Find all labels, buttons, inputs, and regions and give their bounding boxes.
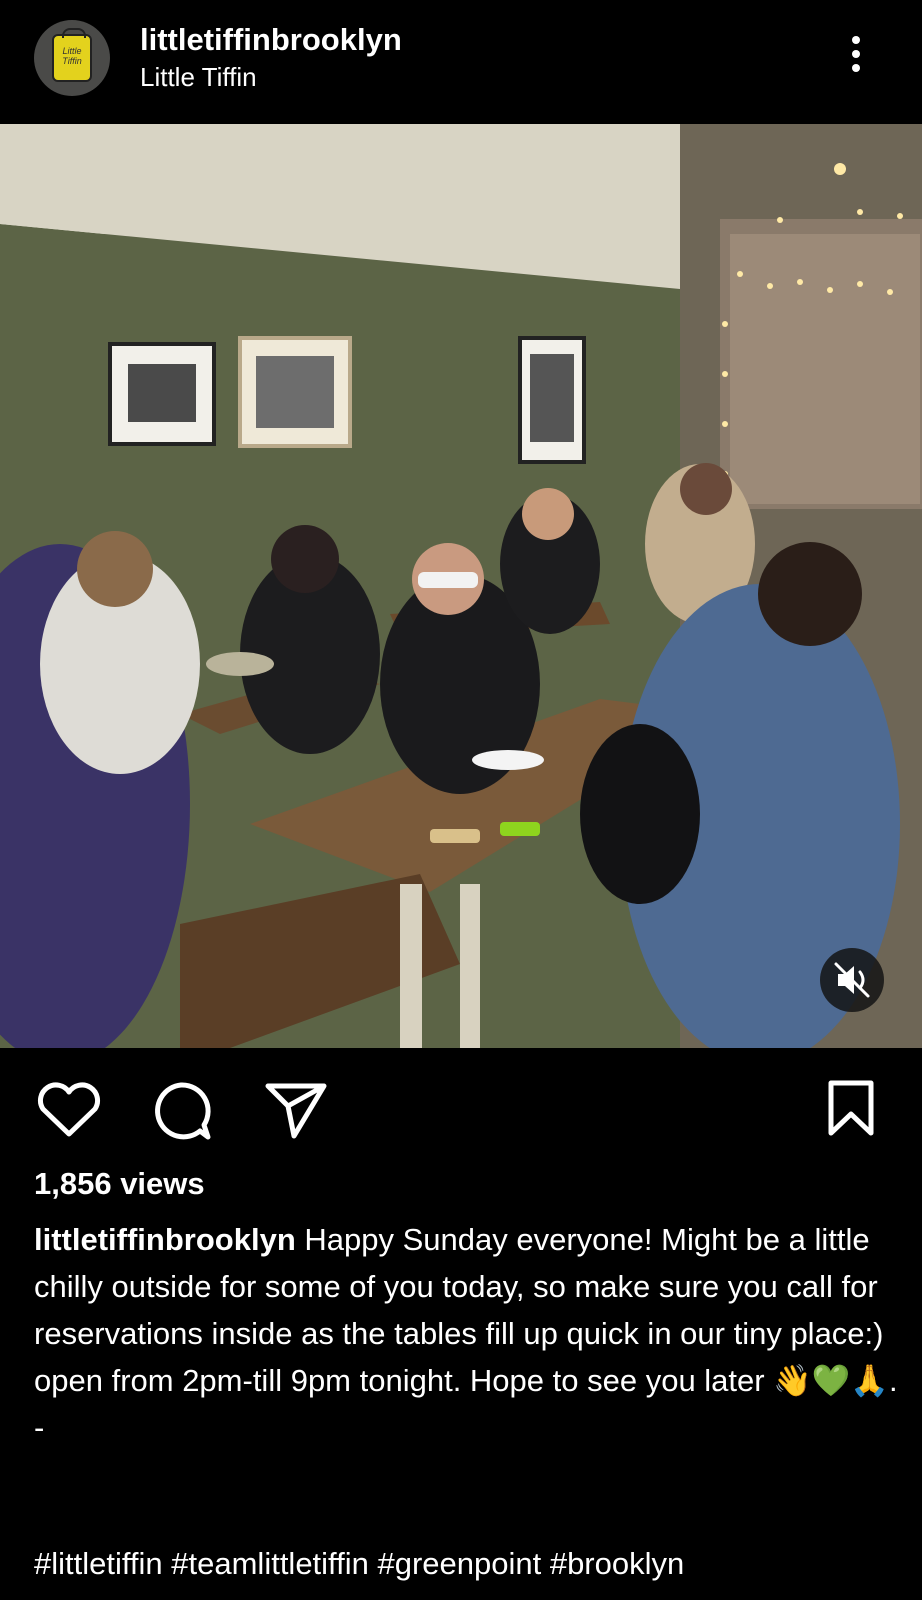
bookmark-icon[interactable] [826,1078,876,1138]
volume-muted-icon[interactable] [820,948,884,1012]
restaurant-scene [0,124,922,1048]
caption-dash: - [34,1410,45,1445]
post-video[interactable] [0,124,922,1048]
post-username[interactable]: littletiffinbrooklyn [140,22,402,58]
hashtags[interactable]: #littletiffin #teamlittletiffin #greenpo… [34,1546,684,1582]
post-header: Little Tiffin littletiffinbrooklyn Littl… [0,0,922,124]
post-caption: littletiffinbrooklyn Happy Sunday everyo… [34,1216,904,1451]
action-bar [0,1048,922,1168]
avatar[interactable]: Little Tiffin [34,20,110,96]
avatar-logo-text: Little Tiffin [62,46,82,66]
caption-username[interactable]: littletiffinbrooklyn [34,1222,296,1257]
post-display-name[interactable]: Little Tiffin [140,62,257,93]
heart-icon[interactable] [36,1082,102,1138]
tiffin-logo: Little Tiffin [52,28,92,82]
send-icon[interactable] [264,1080,328,1140]
more-vertical-icon[interactable] [850,36,862,80]
comment-icon[interactable] [150,1080,212,1142]
views-count: 1,856 views [34,1166,205,1201]
